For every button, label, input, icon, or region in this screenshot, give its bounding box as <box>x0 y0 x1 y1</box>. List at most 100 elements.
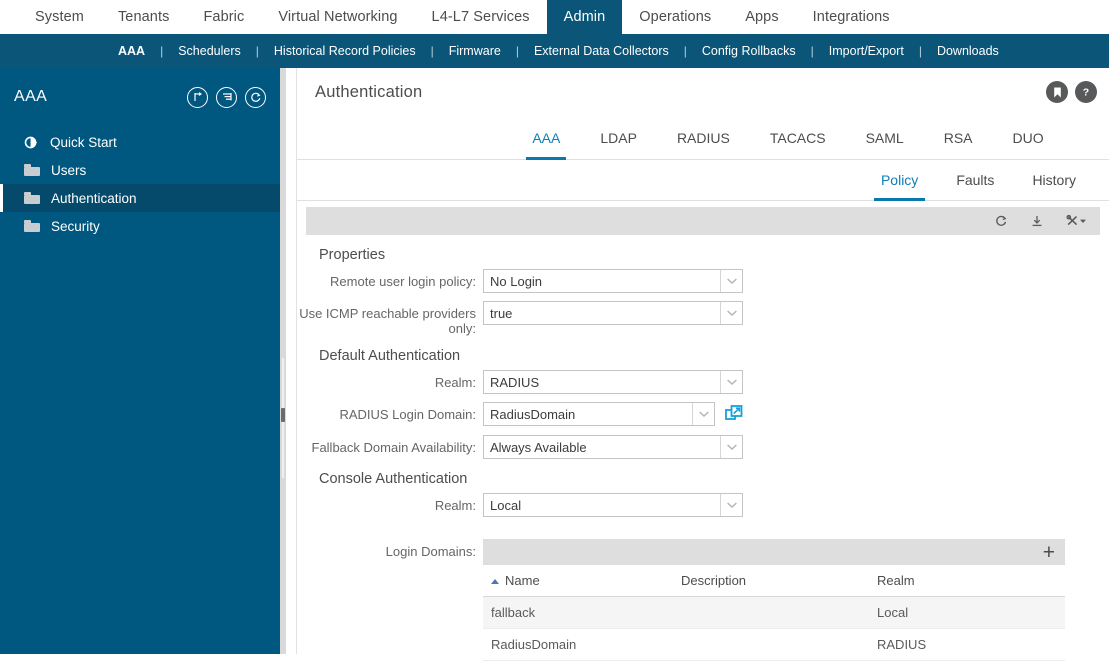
field-label: Realm: <box>434 498 476 513</box>
collapse-tree-icon[interactable] <box>187 86 208 108</box>
sidebar-item-label: Quick Start <box>50 134 117 150</box>
sidebar-title: AAA <box>14 88 48 105</box>
cell-realm: Local <box>877 596 1065 629</box>
login-domains-toolbar: + <box>483 539 1065 565</box>
sidebar-item-authentication[interactable]: Authentication <box>0 184 280 212</box>
column-header-description[interactable]: Description <box>681 565 877 597</box>
sidebar-splitter[interactable] <box>280 68 286 654</box>
splitter-grip[interactable] <box>281 408 285 422</box>
topnav-label: Apps <box>745 9 779 25</box>
subnav-item-schedulers[interactable]: Schedulers <box>172 44 247 58</box>
field-default-realm: Realm: RADIUS <box>297 370 1109 394</box>
console-realm-select[interactable]: Local <box>483 493 743 517</box>
subnav-item-import-export[interactable]: Import/Export <box>823 44 910 58</box>
cell-name: fallback <box>483 596 681 629</box>
field-control: Always Available <box>483 435 743 459</box>
download-icon[interactable] <box>1030 214 1044 228</box>
open-external-icon[interactable] <box>725 404 743 427</box>
sub-navigation-bar: AAA | Schedulers | Historical Record Pol… <box>0 34 1109 68</box>
tab-ldap[interactable]: LDAP <box>580 116 657 159</box>
field-control: Local <box>483 493 743 517</box>
tab-tacacs[interactable]: TACACS <box>750 116 846 159</box>
topnav-item-integrations[interactable]: Integrations <box>796 0 907 34</box>
topnav-item-virtual-networking[interactable]: Virtual Networking <box>261 0 414 34</box>
tab-saml[interactable]: SAML <box>846 116 924 159</box>
topnav-item-tenants[interactable]: Tenants <box>101 0 187 34</box>
field-label: Remote user login policy: <box>330 274 476 289</box>
refresh-icon[interactable] <box>994 214 1008 228</box>
chevron-down-icon[interactable] <box>720 436 742 458</box>
cell-description <box>681 596 877 629</box>
topnav-label: Operations <box>639 9 712 25</box>
subnav-item-aaa[interactable]: AAA <box>112 44 151 58</box>
tab-duo[interactable]: DUO <box>993 116 1064 159</box>
field-control: RadiusDomain <box>483 402 743 427</box>
field-label: RADIUS Login Domain: <box>339 407 476 422</box>
tab-aaa[interactable]: AAA <box>512 116 580 160</box>
sidebar-item-quick-start[interactable]: Quick Start <box>0 128 280 156</box>
default-realm-select[interactable]: RADIUS <box>483 370 743 394</box>
fallback-domain-availability-select[interactable]: Always Available <box>483 435 743 459</box>
folder-icon <box>24 220 40 232</box>
login-domains-section: Login Domains: + Name Description Realm <box>297 539 1109 661</box>
topnav-item-fabric[interactable]: Fabric <box>186 0 261 34</box>
subtab-policy[interactable]: Policy <box>862 160 937 201</box>
subnav-separator: | <box>255 44 259 58</box>
tab-rsa[interactable]: RSA <box>924 116 993 159</box>
chevron-down-icon[interactable] <box>720 494 742 516</box>
help-icon[interactable]: ? <box>1075 81 1097 103</box>
chevron-down-icon[interactable] <box>720 302 742 324</box>
topnav-label: Fabric <box>203 9 245 25</box>
field-label: Use ICMP reachable providers only: <box>299 306 476 336</box>
remote-user-login-policy-select[interactable]: No Login <box>483 269 743 293</box>
table-row[interactable]: fallback Local <box>483 596 1065 629</box>
select-value: true <box>490 305 513 321</box>
subnav-item-config-rollbacks[interactable]: Config Rollbacks <box>696 44 802 58</box>
chevron-down-icon[interactable] <box>692 403 714 425</box>
subnav-separator: | <box>515 44 519 58</box>
header-action-group: ? <box>1046 81 1097 103</box>
select-value: RadiusDomain <box>490 406 576 422</box>
main-content-panel: Authentication ? AAA LDAP RADIUS TACACS … <box>296 68 1109 661</box>
section-title-console-authentication: Console Authentication <box>319 471 468 487</box>
subtab-history[interactable]: History <box>1013 160 1095 200</box>
radius-login-domain-select[interactable]: RadiusDomain <box>483 402 715 426</box>
topnav-label: Virtual Networking <box>278 9 398 25</box>
field-control: true <box>483 301 743 325</box>
sidebar-item-label: Users <box>51 162 87 178</box>
topnav-item-admin[interactable]: Admin <box>546 0 623 34</box>
cell-name: RadiusDomain <box>483 628 681 661</box>
subnav-item-downloads[interactable]: Downloads <box>931 44 1005 58</box>
topnav-label: System <box>35 9 84 25</box>
topnav-label: Admin <box>563 9 606 25</box>
chevron-down-icon[interactable] <box>720 270 742 292</box>
subnav-item-external-data-collectors[interactable]: External Data Collectors <box>528 44 675 58</box>
topnav-item-operations[interactable]: Operations <box>622 0 728 34</box>
folder-icon <box>24 192 40 204</box>
login-domains-table: Name Description Realm fallback Local Ra… <box>483 565 1065 661</box>
bookmark-icon[interactable] <box>1046 81 1068 103</box>
tab-radius[interactable]: RADIUS <box>657 116 750 159</box>
use-icmp-reachable-providers-only-select[interactable]: true <box>483 301 743 325</box>
subnav-item-historical-record-policies[interactable]: Historical Record Policies <box>268 44 422 58</box>
sidebar-header: AAA <box>0 68 280 126</box>
topnav-item-l4-l7-services[interactable]: L4-L7 Services <box>415 0 547 34</box>
topnav-item-system[interactable]: System <box>18 0 101 34</box>
policy-form: Properties Remote user login policy: No … <box>297 235 1109 661</box>
tools-menu-icon[interactable] <box>1066 214 1088 228</box>
subnav-separator: | <box>160 44 164 58</box>
subtab-faults[interactable]: Faults <box>937 160 1013 200</box>
column-header-realm[interactable]: Realm <box>877 565 1065 597</box>
tree-options-icon[interactable] <box>216 86 237 108</box>
topnav-item-apps[interactable]: Apps <box>728 0 795 34</box>
field-fallback-domain-availability: Fallback Domain Availability: Always Ava… <box>297 435 1109 459</box>
sidebar-item-users[interactable]: Users <box>0 156 280 184</box>
refresh-icon[interactable] <box>245 86 266 108</box>
chevron-down-icon[interactable] <box>720 371 742 393</box>
table-row[interactable]: RadiusDomain RADIUS <box>483 628 1065 661</box>
sidebar: AAA Quick Start Users Authentication Sec… <box>0 68 280 654</box>
column-header-name[interactable]: Name <box>483 565 681 597</box>
sidebar-item-security[interactable]: Security <box>0 212 280 240</box>
subnav-item-firmware[interactable]: Firmware <box>443 44 507 58</box>
add-login-domain-button[interactable]: + <box>1043 542 1055 563</box>
